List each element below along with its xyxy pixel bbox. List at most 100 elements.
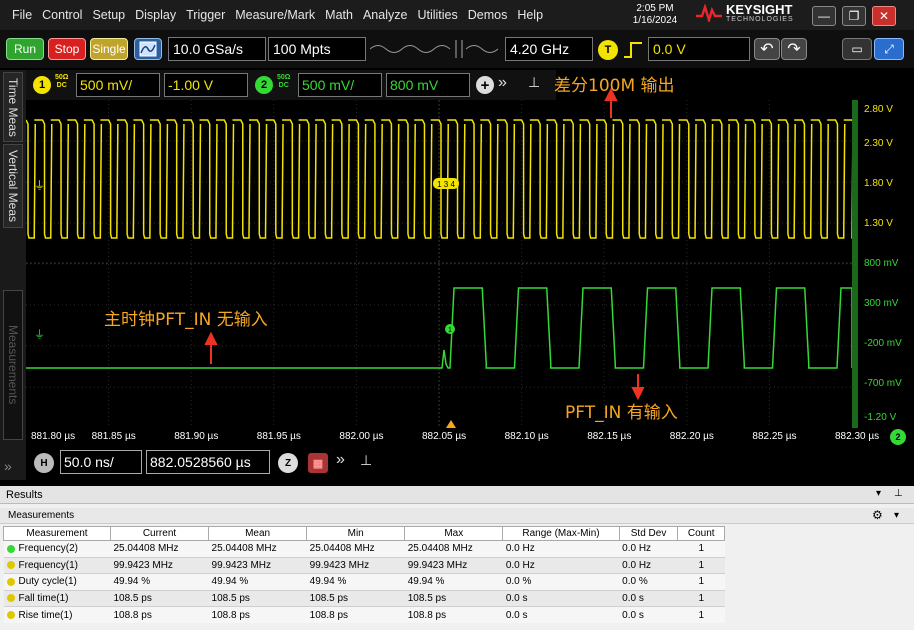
channel-1-scale[interactable]: 500 mV/	[76, 73, 160, 97]
acquisition-mode-button[interactable]: ▦	[308, 453, 328, 473]
cell-current: 49.94 %	[113, 576, 151, 588]
time-tick-label: 881.85 µs	[91, 431, 136, 442]
pin-icon[interactable]: ⊥	[528, 74, 540, 91]
column-header[interactable]: Min	[306, 526, 406, 541]
cell-current: 108.8 ps	[113, 609, 152, 621]
pin-icon[interactable]: ⊥	[360, 452, 372, 469]
table-row[interactable]: Fall time(1) 108.5 ps 108.5 ps 108.5 ps 108.…	[3, 589, 725, 607]
menu-help[interactable]: Help	[517, 8, 543, 22]
column-header[interactable]: Range (Max-Min)	[502, 526, 620, 541]
channel-2-offset[interactable]: 800 mV	[386, 73, 470, 97]
cell-mean: 25.04408 MHz	[211, 543, 277, 555]
menu-setup[interactable]: Setup	[92, 8, 125, 22]
tab-measurements[interactable]: Measurements	[3, 290, 23, 440]
pin-icon[interactable]: ⊥	[894, 488, 903, 499]
time-tick-label: 881.95 µs	[256, 431, 301, 442]
cell-count: 1	[698, 543, 704, 555]
expand-chevron-icon[interactable]: »	[336, 451, 345, 469]
trigger-level-field[interactable]: 0.0 V	[648, 37, 750, 61]
ch1-scale-label: 2.30 V	[864, 138, 893, 149]
cell-std: 0.0 %	[622, 576, 648, 588]
menu-measure-mark[interactable]: Measure/Mark	[235, 8, 315, 22]
column-header[interactable]: Current	[109, 526, 210, 541]
bandwidth-field[interactable]: 4.20 GHz	[505, 37, 593, 61]
time-tick-label: 882.25 µs	[752, 431, 797, 442]
table-row[interactable]: Rise time(1) 108.8 ps 108.8 ps 108.8 ps 108.…	[3, 606, 725, 623]
single-button[interactable]: Single	[90, 38, 128, 60]
rising-edge-icon[interactable]	[622, 40, 644, 60]
display-layout-button[interactable]: ▭	[842, 38, 872, 60]
channel-2-badge[interactable]: 2	[255, 76, 273, 94]
maximize-button[interactable]: ❐	[842, 6, 866, 26]
collapse-chevron-icon[interactable]: »	[4, 458, 12, 474]
trigger-badge[interactable]: T	[598, 40, 618, 60]
cell-range: 0.0 s	[505, 609, 528, 621]
close-button[interactable]: ✕	[872, 6, 896, 26]
cell-std: 0.0 Hz	[622, 559, 652, 571]
expand-chevron-icon[interactable]: »	[498, 74, 507, 92]
timebase-scale-field[interactable]: 50.0 ns/	[60, 450, 142, 474]
redo-button[interactable]: ↷	[781, 38, 807, 60]
column-header[interactable]: Std Dev	[618, 526, 679, 541]
stop-button[interactable]: Stop	[48, 38, 86, 60]
column-header[interactable]: Measurement	[3, 526, 111, 541]
channel-2-axis-badge[interactable]: 2	[890, 429, 906, 445]
dropdown-icon[interactable]: ▾	[876, 488, 881, 499]
cell-count: 1	[698, 609, 704, 621]
minimize-button[interactable]: —	[812, 6, 836, 26]
ch1-scale-label: 2.80 V	[864, 104, 893, 115]
table-row[interactable]: Duty cycle(1) 49.94 % 49.94 % 49.94 % 49.94 …	[3, 573, 725, 590]
memory-depth-field[interactable]: 100 Mpts	[268, 37, 366, 61]
cell-name: Duty cycle(1)	[18, 576, 77, 588]
add-channel-button[interactable]: +	[476, 76, 494, 94]
channel-1-offset[interactable]: -1.00 V	[164, 73, 248, 97]
fit-icon: ⤢	[884, 41, 894, 56]
column-header[interactable]: Mean	[208, 526, 308, 541]
channel-2-scale[interactable]: 500 mV/	[298, 73, 382, 97]
annotation-diff-output: 差分100M 输出	[554, 76, 675, 96]
channel-dot-icon	[6, 577, 15, 586]
cell-max: 108.5 ps	[407, 592, 447, 604]
timebase-position-field[interactable]: 882.0528560 µs	[146, 450, 270, 474]
sample-rate-field[interactable]: 10.0 GSa/s	[168, 37, 266, 61]
ch1-scale-label: 1.80 V	[864, 178, 893, 189]
settings-gear-icon[interactable]: ⚙	[872, 508, 883, 522]
menu-utilities[interactable]: Utilities	[417, 8, 457, 22]
column-header[interactable]: Max	[404, 526, 504, 541]
waveform-display[interactable]: 1 3 4 1 ⏚ ⏚	[26, 100, 852, 428]
side-tabs: Time Meas Vertical Meas Measurements	[0, 70, 26, 480]
cell-mean: 108.8 ps	[211, 609, 250, 621]
table-row[interactable]: Frequency(1) 99.9423 MHz 99.9423 MHz 99.942…	[3, 556, 725, 574]
zoom-fit-button[interactable]: ⤢	[874, 38, 904, 60]
horizontal-badge[interactable]: H	[34, 453, 54, 473]
zoom-button[interactable]: Z	[278, 453, 298, 473]
cell-count: 1	[698, 576, 704, 588]
undo-button[interactable]: ↶	[754, 38, 780, 60]
timebase-controls: H 50.0 ns/ 882.0528560 µs Z ▦ » ⊥	[26, 448, 386, 476]
channel-1-badge[interactable]: 1	[33, 76, 51, 94]
run-button[interactable]: Run	[6, 38, 44, 60]
cell-range: 0.0 Hz	[505, 559, 535, 571]
tab-vertical-meas[interactable]: Vertical Meas	[3, 144, 23, 228]
table-row[interactable]: Frequency(2) 25.04408 MHz 25.04408 MHz 25.0…	[3, 540, 725, 557]
measurements-panel-title: Measurements	[8, 510, 75, 521]
keysight-wave-icon	[696, 4, 722, 22]
ch2-ground-marker-icon: ⏚	[34, 328, 45, 341]
column-header[interactable]: Count	[677, 526, 725, 541]
cell-min: 99.9423 MHz	[309, 559, 370, 571]
menu-display[interactable]: Display	[135, 8, 176, 22]
menu-math[interactable]: Math	[325, 8, 353, 22]
cell-current: 25.04408 MHz	[113, 543, 179, 555]
channel-dot-icon	[6, 544, 15, 553]
cell-min: 108.5 ps	[309, 592, 349, 604]
menu-control[interactable]: Control	[42, 8, 82, 22]
dropdown-icon[interactable]: ▾	[894, 510, 899, 521]
tab-time-meas[interactable]: Time Meas	[3, 72, 23, 142]
menu-analyze[interactable]: Analyze	[363, 8, 407, 22]
measurements-table: Measurement Current Mean Min Max Range (Max-M…	[3, 526, 725, 623]
menu-demos[interactable]: Demos	[468, 8, 508, 22]
menu-trigger[interactable]: Trigger	[186, 8, 225, 22]
autoscale-button[interactable]	[134, 38, 162, 60]
redo-icon: ↷	[787, 41, 801, 58]
menu-file[interactable]: File	[12, 8, 32, 22]
